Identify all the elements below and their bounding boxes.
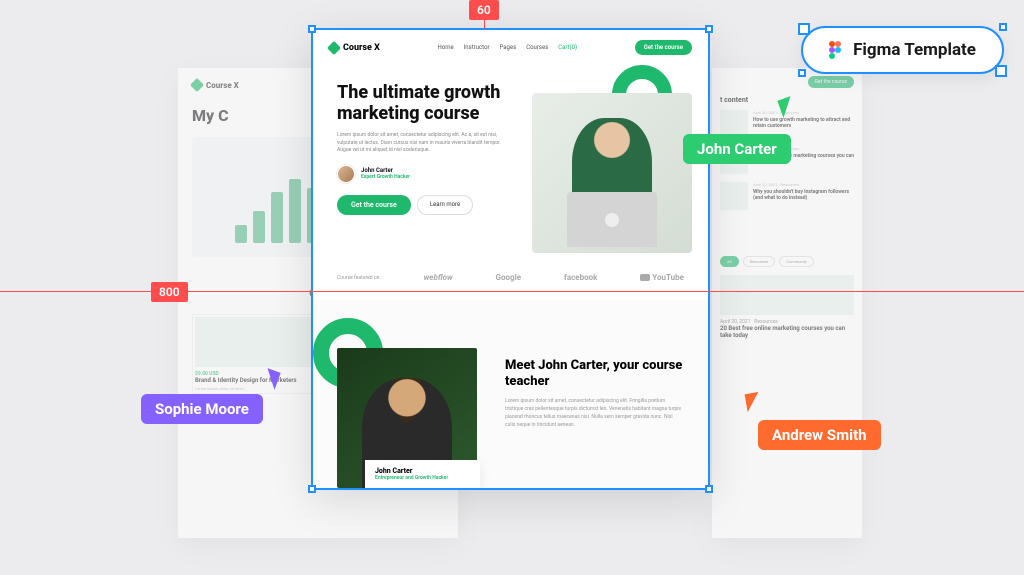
figma-template-badge[interactable]: Figma Template <box>801 26 1004 74</box>
card-desc: Lorem ipsum dolor sit amet... <box>195 386 311 391</box>
logo-youtube: YouTube <box>640 273 684 282</box>
logo-google: Google <box>496 273 522 282</box>
featured-on-row: Course featured on: webflow Google faceb… <box>313 263 708 300</box>
nav-instructor[interactable]: Instructor <box>464 44 490 51</box>
hero-cta-primary-button[interactable]: Get the course <box>337 195 411 215</box>
header-cta-button[interactable]: Get the course <box>635 40 692 55</box>
card-thumb <box>195 317 311 367</box>
brand-text: Course X <box>343 43 380 53</box>
featured-label: Course featured on: <box>337 275 381 281</box>
chip-all[interactable]: All <box>720 256 739 267</box>
logo-mark-icon <box>190 78 204 92</box>
selected-frame-main[interactable]: Course X Home Instructor Pages Courses C… <box>311 28 710 490</box>
teacher-body: Lorem ipsum dolor sit amet, consectetur … <box>505 397 684 429</box>
card-title: Brand & Identity Design for Marketers <box>195 377 311 384</box>
featured-post-title: 20 Best free online marketing courses yo… <box>720 325 854 339</box>
hero-photo <box>532 93 692 253</box>
brand[interactable]: Course X <box>329 43 380 53</box>
nav-cart[interactable]: Cart(0) <box>558 44 577 51</box>
logo-mark-icon <box>327 40 341 54</box>
post-tag: Resources <box>780 182 799 187</box>
logo-facebook: facebook <box>564 273 597 282</box>
hero-author: John Carter Expert Growth Hacker <box>337 165 508 183</box>
author-name: John Carter <box>361 167 410 174</box>
hero-section: The ultimate growth marketing course Lor… <box>313 65 708 263</box>
ruler-badge-left: 800 <box>151 282 188 302</box>
hero-body: Lorem ipsum dolor sit amet, consectetur … <box>337 132 508 155</box>
nav-home[interactable]: Home <box>438 44 454 51</box>
selection-handle[interactable] <box>705 25 713 33</box>
bg-right-cta[interactable]: Get the course <box>808 76 854 88</box>
post-date: April 20, 2021 <box>753 182 777 187</box>
teacher-card-name: John Carter <box>375 467 470 475</box>
post-title: Why you shouldn't buy Instagram follower… <box>753 189 854 201</box>
laptop-icon <box>567 192 657 247</box>
hero-cta-secondary-button[interactable]: Learn more <box>417 195 473 215</box>
cursor-label-sophie-moore: Sophie Moore <box>141 394 263 424</box>
cursor-label-andrew-smith: Andrew Smith <box>758 420 881 450</box>
teacher-section: John Carter Entrepreneur and Growth Hack… <box>313 300 708 488</box>
cursor-pointer-orange <box>745 392 762 412</box>
site-header: Course X Home Instructor Pages Courses C… <box>313 30 708 65</box>
bg-left-brand-text: Course X <box>206 81 239 90</box>
teacher-heading: Meet John Carter, your course teacher <box>505 358 684 389</box>
ruler-badge-top: 60 <box>469 0 499 20</box>
hero-title: The ultimate growth marketing course <box>337 83 508 124</box>
author-avatar <box>337 165 355 183</box>
selection-handle[interactable] <box>705 485 713 493</box>
nav-courses[interactable]: Courses <box>526 44 548 51</box>
selection-handle[interactable] <box>308 25 316 33</box>
post-thumb <box>720 182 748 210</box>
teacher-card: John Carter Entrepreneur and Growth Hack… <box>365 460 480 488</box>
post-date: April 20, 2021 <box>753 110 777 115</box>
logo-webflow: webflow <box>424 273 453 282</box>
featured-post-thumb <box>720 275 854 315</box>
post-title: How to use growth marketing to attract a… <box>753 117 854 129</box>
featured-post[interactable]: April 20, 2021 Resources 20 Best free on… <box>720 275 854 339</box>
selection-handle[interactable] <box>308 485 316 493</box>
chip-resources[interactable]: Resources <box>743 256 776 267</box>
nav: Home Instructor Pages Courses Cart(0) <box>438 44 578 51</box>
cursor-label-john-carter: John Carter <box>683 134 791 164</box>
hero-image <box>522 83 692 253</box>
bg-card-1[interactable]: $9.00 USD Brand & Identity Design for Ma… <box>192 314 314 394</box>
nav-pages[interactable]: Pages <box>500 44 517 51</box>
figma-badge-label: Figma Template <box>853 40 976 60</box>
author-role: Expert Growth Hacker <box>361 174 410 180</box>
figma-logo-icon <box>829 41 843 59</box>
chip-community[interactable]: Community <box>779 256 814 267</box>
teacher-card-role: Entrepreneur and Growth Hacker <box>375 475 470 481</box>
blog-post-row[interactable]: April 20, 2021 Resources Why you shouldn… <box>720 182 854 210</box>
filter-chips: All Resources Community <box>720 256 854 267</box>
